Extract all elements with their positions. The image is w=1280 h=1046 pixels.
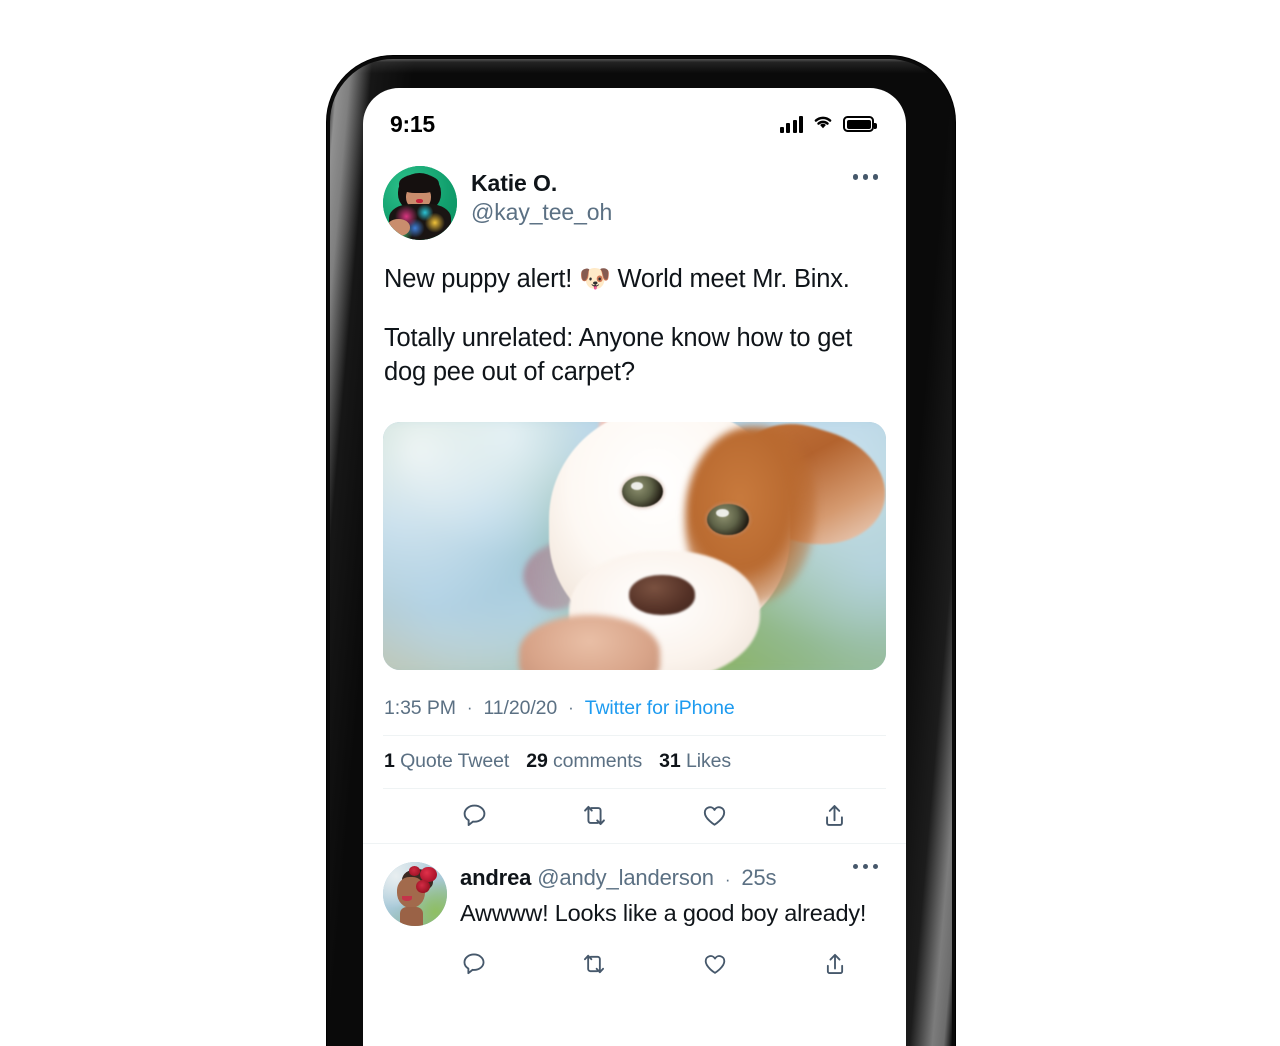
phone-screen: 9:15 Katie O. @kay_tee_oh New puppy aler… [363,88,906,1046]
cellular-signal-icon [779,115,803,133]
tweet-date: 11/20/20 [483,696,558,719]
tweet-reply-button[interactable] [461,802,581,829]
retweet-icon [584,954,605,974]
reply-retweet-button[interactable] [581,951,701,977]
tweet-paragraph-1: New puppy alert! 🐶 World meet Mr. Binx. [384,263,885,297]
comments-label: comments [553,749,643,772]
tweet-time: 1:35 PM [384,696,456,719]
reply-timestamp: 25s [741,864,777,890]
metadata-separator-1: · [466,698,473,718]
reply-more-options-icon[interactable] [847,858,885,876]
katie-avatar[interactable] [383,166,457,240]
reply-author-line: andrea @andy_landerson · 25s [460,864,886,892]
reply-like-button[interactable] [702,951,822,977]
puppy-photo[interactable] [383,421,886,670]
tweet-share-button[interactable] [821,802,848,829]
status-bar-indicators [779,113,877,135]
reply-icon [463,953,485,975]
likes-count: 31 [659,749,681,772]
tweet-text-part-2: World meet Mr. Binx. [610,265,850,293]
wifi-icon [812,113,834,135]
tweet-source-link[interactable]: Twitter for iPhone [585,697,735,720]
tweet-text-part-1: New puppy alert! [384,265,580,293]
share-icon [826,953,844,975]
tweet-body-text: New puppy alert! 🐶 World meet Mr. Binx. … [383,240,886,390]
quote-tweets-label: Quote Tweet [400,749,510,772]
author-name-block[interactable]: Katie O. @kay_tee_oh [471,166,612,228]
reply-share-button[interactable] [822,951,848,977]
tweet-metadata-row: 1:35 PM · 11/20/20 · Twitter for iPhone [383,670,886,735]
tweet-retweet-button[interactable] [581,802,701,829]
author-handle: @kay_tee_oh [471,199,613,226]
reply-reply-button[interactable] [461,951,581,977]
tweet-detail: Katie O. @kay_tee_oh New puppy alert! 🐶 … [363,150,906,843]
phone-device-frame: 9:15 Katie O. @kay_tee_oh New puppy aler… [327,56,955,1046]
andrea-avatar[interactable] [383,861,447,926]
metadata-separator-2: · [568,698,574,718]
comments-stat[interactable]: 29 comments [526,750,642,773]
reply-body: andrea @andy_landerson · 25s Awwww! Look… [460,862,886,929]
quote-tweets-count: 1 [384,749,395,772]
reply-item: andrea @andy_landerson · 25s Awwww! Look… [363,844,906,989]
reply-display-name[interactable]: andrea [460,865,531,890]
photo-puppy-nose [629,575,695,616]
reply-handle[interactable]: @andy_landerson [537,865,714,890]
tweet-paragraph-2: Totally unrelated: Anyone know how to ge… [384,323,853,386]
dog-face-emoji: 🐶 [579,264,611,294]
comments-count: 29 [526,749,548,772]
tweet-like-button[interactable] [701,802,821,829]
like-icon [704,955,725,974]
status-bar-time: 9:15 [390,110,435,137]
photo-puppy-eye-right [707,503,749,535]
retweet-icon [584,806,605,826]
likes-label: Likes [686,749,732,772]
author-display-name: Katie O. [471,170,558,196]
share-icon [826,805,843,827]
reply-icon [463,804,486,827]
battery-full-icon [843,116,877,132]
reply-content-row: andrea @andy_landerson · 25s Awwww! Look… [383,844,886,929]
likes-stat[interactable]: 31 Likes [659,750,731,773]
reply-separator: · [724,869,731,889]
quote-tweets-stat[interactable]: 1 Quote Tweet [384,750,509,773]
tweet-more-options-icon[interactable] [847,168,885,186]
like-icon [703,806,726,826]
tweet-action-bar [383,789,886,843]
status-bar: 9:15 [363,88,906,150]
tweet-stats-row: 1 Quote Tweet 29 comments 31 Likes [383,736,886,788]
tweet-author-row: Katie O. @kay_tee_oh [383,150,886,240]
reply-text: Awwww! Looks like a good boy already! [460,900,867,927]
reply-action-bar [383,939,886,989]
